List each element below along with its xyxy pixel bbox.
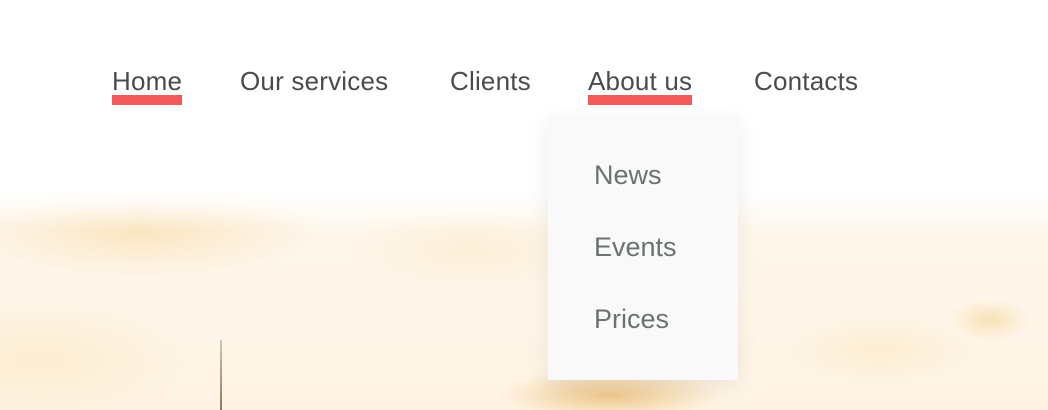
about-us-dropdown-menu: News Events Prices (548, 116, 738, 380)
dropdown-item-events[interactable]: Events (594, 232, 677, 263)
nav-item-home[interactable]: Home (112, 64, 183, 108)
nav-item-label: Our services (240, 66, 389, 96)
nav-item-clients[interactable]: Clients (450, 64, 531, 108)
nav-item-about-us[interactable]: About us (588, 64, 693, 108)
nav-item-label: Clients (450, 66, 531, 96)
hero-background-image (0, 190, 1048, 410)
nav-item-label: Contacts (754, 66, 859, 96)
active-underline (112, 95, 183, 105)
antenna-silhouette (220, 340, 222, 410)
dropdown-item-news[interactable]: News (594, 160, 662, 191)
dropdown-item-prices[interactable]: Prices (594, 304, 669, 335)
nav-item-our-services[interactable]: Our services (240, 64, 388, 108)
active-underline (588, 95, 693, 105)
nav-item-label: About us (588, 66, 693, 96)
hero-top-fade (0, 190, 1048, 230)
nav-item-label: Home (112, 66, 183, 96)
nav-item-contacts[interactable]: Contacts (754, 64, 858, 108)
main-navigation: Home Our services Clients About us Conta… (0, 64, 1048, 108)
